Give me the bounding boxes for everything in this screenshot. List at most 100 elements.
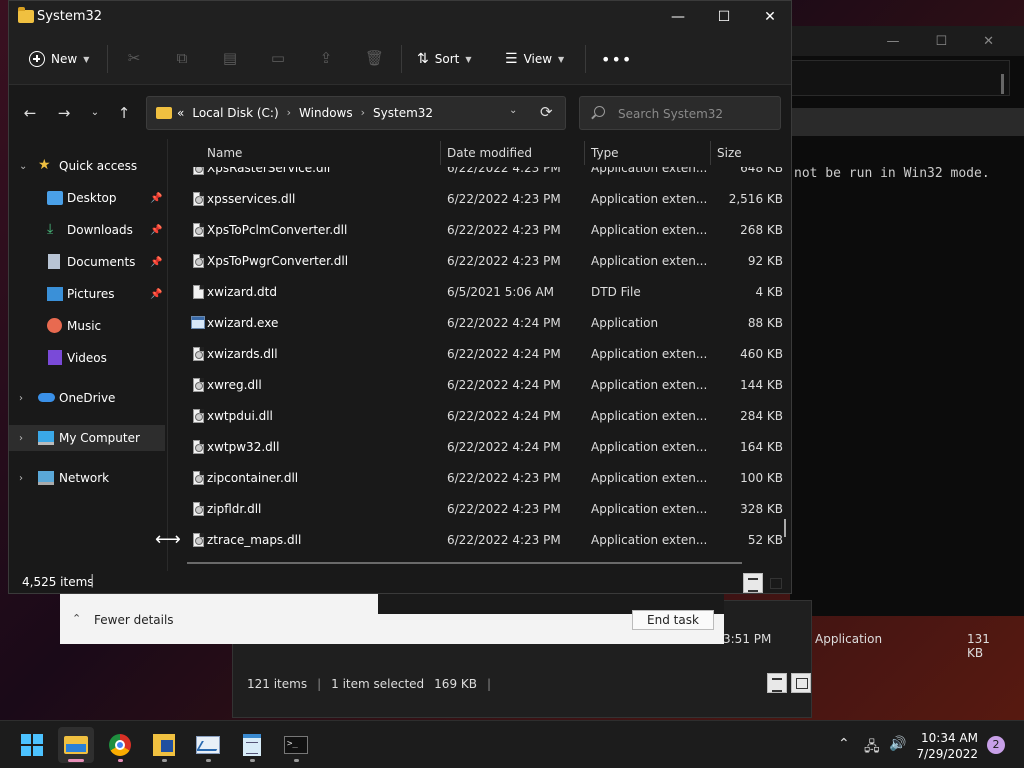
nav-item-onedrive[interactable]: › OneDrive [9, 385, 165, 411]
minimize-button[interactable]: — [655, 5, 701, 29]
large-icons-view-button[interactable] [765, 573, 785, 593]
console-maximize-button[interactable]: ☐ [935, 34, 947, 49]
nav-item-my-computer[interactable]: › My Computer [9, 425, 165, 451]
details-view-button[interactable] [743, 573, 763, 593]
file-name: zipfldr.dll [207, 502, 262, 516]
paste-icon[interactable]: ▤ [221, 49, 239, 67]
sort-button[interactable]: ⇅ Sort ▼ [417, 47, 472, 71]
delete-icon[interactable]: 🗑 [365, 49, 384, 67]
breadcrumb-segment[interactable]: Windows [299, 106, 353, 120]
large-icons-view-button[interactable] [791, 673, 811, 693]
maximize-button[interactable]: ☐ [701, 5, 747, 29]
performance-monitor-icon [196, 736, 220, 754]
file-row[interactable]: xwtpdui.dll 6/22/2022 4:24 PM Applicatio… [175, 401, 791, 432]
nav-item-videos[interactable]: Videos [9, 345, 165, 371]
new-button[interactable]: New ▼ [29, 47, 89, 71]
file-row[interactable]: XpsToPclmConverter.dll 6/22/2022 4:23 PM… [175, 215, 791, 246]
file-row[interactable]: xwizard.exe 6/22/2022 4:24 PM Applicatio… [175, 308, 791, 339]
rename-icon[interactable]: ▭ [269, 49, 287, 67]
address-bar[interactable]: « Local Disk (C:) › Windows › System32 ⌄… [146, 96, 566, 130]
close-button[interactable]: ✕ [747, 5, 793, 29]
pin-icon[interactable]: 📌 [150, 225, 162, 236]
fewer-details-button[interactable]: Fewer details [94, 613, 174, 627]
column-header-name[interactable]: Name [207, 146, 242, 160]
view-button[interactable]: ☰ View ▼ [505, 47, 564, 71]
file-name: xwtpw32.dll [207, 440, 280, 454]
chevron-right-icon[interactable]: › [19, 433, 23, 444]
pin-icon[interactable]: 📌 [150, 289, 162, 300]
breadcrumb-segment[interactable]: System32 [373, 106, 433, 120]
pane-splitter[interactable] [167, 139, 168, 571]
network-status-icon[interactable]: 🖧 [864, 736, 880, 760]
forward-arrow-icon[interactable]: → [53, 103, 75, 123]
file-row[interactable]: xwizards.dll 6/22/2022 4:24 PM Applicati… [175, 339, 791, 370]
file-date: 6/22/2022 4:24 PM [447, 347, 561, 361]
column-divider[interactable] [710, 141, 711, 165]
notification-badge[interactable]: 2 [987, 736, 1005, 754]
nav-item-downloads[interactable]: ⤓ Downloads 📌 [9, 217, 165, 243]
more-options-button[interactable]: ••• [601, 47, 632, 71]
console-scrollbar[interactable] [1001, 74, 1004, 94]
details-view-button[interactable] [767, 673, 787, 693]
file-row[interactable]: xpsservices.dll 6/22/2022 4:23 PM Applic… [175, 184, 791, 215]
console-close-button[interactable]: ✕ [983, 34, 994, 49]
refresh-icon[interactable]: ⟳ [540, 103, 553, 121]
file-row[interactable]: XpsToPwgrConverter.dll 6/22/2022 4:23 PM… [175, 246, 791, 277]
search-input[interactable] [618, 105, 773, 123]
cut-icon[interactable]: ✂ [125, 49, 143, 67]
breadcrumb-overflow[interactable]: « [177, 106, 184, 120]
file-row[interactable]: xwtpw32.dll 6/22/2022 4:24 PM Applicatio… [175, 432, 791, 463]
vertical-scrollbar[interactable] [784, 519, 786, 537]
view-button-label: View [523, 52, 553, 66]
console-minimize-button[interactable]: — [886, 34, 899, 49]
taskbar-chrome[interactable] [102, 727, 138, 763]
toolbar-divider [401, 45, 402, 73]
taskbar-tool-app[interactable] [146, 727, 182, 763]
share-icon[interactable]: ⇪ [317, 49, 335, 67]
nav-item-quick-access[interactable]: ⌄ ★ Quick access [9, 153, 165, 179]
nav-item-documents[interactable]: Documents 📌 [9, 249, 165, 275]
chevron-up-icon[interactable]: ⌃ [72, 612, 81, 625]
address-dropdown-chevron-icon[interactable]: ⌄ [509, 105, 517, 116]
column-header-type[interactable]: Type [591, 146, 619, 160]
column-divider[interactable] [440, 141, 441, 165]
recent-locations-chevron-icon[interactable]: ⌄ [84, 103, 106, 123]
breadcrumb-segment[interactable]: Local Disk (C:) [192, 106, 278, 120]
start-button[interactable] [14, 727, 50, 763]
nav-item-music[interactable]: Music [9, 313, 165, 339]
chevron-up-icon[interactable]: ⌃ [838, 736, 850, 752]
column-header-date[interactable]: Date modified [447, 146, 532, 160]
chevron-right-icon[interactable]: › [19, 473, 23, 484]
nav-item-pictures[interactable]: Pictures 📌 [9, 281, 165, 307]
file-row[interactable]: xwreg.dll 6/22/2022 4:24 PM Application … [175, 370, 791, 401]
column-divider[interactable] [584, 141, 585, 165]
pin-icon[interactable]: 📌 [150, 257, 162, 268]
file-row[interactable]: zipcontainer.dll 6/22/2022 4:23 PM Appli… [175, 463, 791, 494]
chevron-down-icon[interactable]: ⌄ [19, 161, 27, 172]
taskbar-performance-monitor[interactable] [190, 727, 226, 763]
cloud-icon [38, 393, 55, 402]
back-arrow-icon[interactable]: ← [19, 103, 41, 123]
file-row[interactable]: zipfldr.dll 6/22/2022 4:23 PM Applicatio… [175, 494, 791, 525]
end-task-button[interactable]: End task [632, 610, 714, 630]
nav-item-desktop[interactable]: Desktop 📌 [9, 185, 165, 211]
file-row[interactable]: ztrace_maps.dll 6/22/2022 4:23 PM Applic… [175, 525, 791, 556]
chevron-right-icon[interactable]: › [19, 393, 23, 404]
column-header-size[interactable]: Size [717, 146, 742, 160]
nav-item-network[interactable]: › Network [9, 465, 165, 491]
view-toggles [743, 573, 785, 593]
up-arrow-icon[interactable]: ↑ [113, 103, 135, 123]
clock[interactable]: 10:34 AM 7/29/2022 [902, 730, 978, 762]
horizontal-scrollbar[interactable] [187, 562, 742, 564]
search-box[interactable] [579, 96, 781, 130]
file-row[interactable]: xwizard.dtd 6/5/2021 5:06 AM DTD File 4 … [175, 277, 791, 308]
running-indicator [250, 759, 255, 762]
copy-icon[interactable]: ⧉ [173, 49, 191, 67]
dll-file-icon [193, 254, 204, 268]
taskbar-terminal[interactable]: >_ [278, 727, 314, 763]
pin-icon[interactable]: 📌 [150, 193, 162, 204]
taskbar-file-explorer[interactable] [58, 727, 94, 763]
explorer-titlebar[interactable]: System32 — ☐ ✕ [9, 1, 791, 33]
task-manager-row-type: Application [815, 632, 883, 646]
taskbar-notepad[interactable] [234, 727, 270, 763]
